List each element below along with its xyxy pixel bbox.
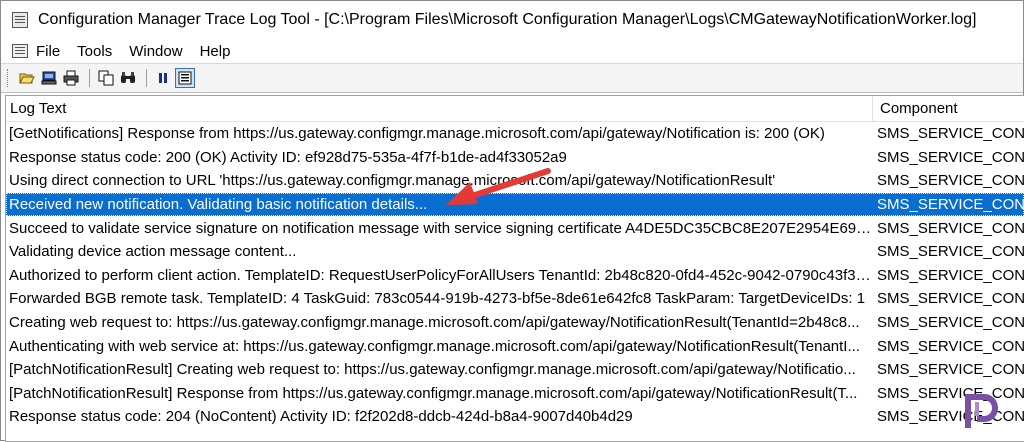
menu-tools[interactable]: Tools <box>77 42 112 61</box>
server-icon[interactable] <box>39 68 59 88</box>
print-icon[interactable] <box>61 68 81 88</box>
log-text-cell: Succeed to validate service signature on… <box>9 219 873 237</box>
log-text-cell: Validating device action message content… <box>9 243 297 261</box>
open-icon[interactable] <box>17 68 37 88</box>
menu-window[interactable]: Window <box>129 42 182 61</box>
app-icon[interactable] <box>12 12 28 28</box>
window-title: Configuration Manager Trace Log Tool - [… <box>38 11 977 28</box>
menu-bar: File Tools Window Help <box>1 39 1023 63</box>
component-cell: SMS_SERVICE_CONNE <box>877 266 1024 284</box>
component-cell: SMS_SERVICE_CONNE <box>877 148 1024 166</box>
title-bar: Configuration Manager Trace Log Tool - [… <box>1 1 1023 39</box>
prajwal-logo <box>962 390 1002 432</box>
log-row[interactable]: Succeed to validate service signature on… <box>6 216 1024 240</box>
pause-icon[interactable] <box>153 68 173 88</box>
log-row[interactable]: Received new notification. Validating ba… <box>6 192 1024 217</box>
column-header-component[interactable]: Component <box>873 96 1024 121</box>
log-row[interactable]: Response status code: 200 (OK) Activity … <box>6 146 1024 170</box>
toolbar-separator <box>146 69 147 87</box>
toolbar <box>1 63 1023 93</box>
component-cell: SMS_SERVICE_CONNE <box>877 219 1024 237</box>
log-row[interactable]: [PatchNotificationResult] Creating web r… <box>6 358 1024 382</box>
menu-help[interactable]: Help <box>200 42 231 61</box>
component-cell: SMS_SERVICE_CONNE <box>877 337 1024 355</box>
log-text-cell: [PatchNotificationResult] Creating web r… <box>9 361 856 379</box>
component-cell: SMS_SERVICE_CONNE <box>877 243 1024 261</box>
component-cell: SMS_SERVICE_CONNE <box>877 314 1024 332</box>
log-text-cell: [GetNotifications] Response from https:/… <box>9 125 825 143</box>
log-text-cell: [PatchNotificationResult] Response from … <box>9 384 858 402</box>
find-icon[interactable] <box>118 68 138 88</box>
log-row[interactable]: Creating web request to: https://us.gate… <box>6 311 1024 335</box>
component-cell: SMS_SERVICE_CONNE <box>877 172 1024 190</box>
log-row[interactable]: [GetNotifications] Response from https:/… <box>6 122 1024 146</box>
log-grid[interactable]: Log Text Component [GetNotifications] Re… <box>5 95 1024 442</box>
toolbar-separator <box>89 69 90 87</box>
grid-header: Log Text Component <box>6 96 1024 122</box>
menu-file[interactable]: File <box>36 42 60 61</box>
component-cell: SMS_SERVICE_CONNE <box>877 125 1024 143</box>
component-cell: SMS_SERVICE_CONNE <box>877 290 1024 308</box>
log-row[interactable]: [PatchNotificationResult] Response from … <box>6 382 1024 406</box>
log-row[interactable]: Forwarded BGB remote task. TemplateID: 4… <box>6 287 1024 311</box>
log-text-cell: Using direct connection to URL 'https://… <box>9 172 776 190</box>
component-cell: SMS_SERVICE_CONNE <box>877 196 1024 214</box>
log-text-cell: Authorized to perform client action. Tem… <box>9 266 873 284</box>
document-menu-icon[interactable] <box>12 44 28 58</box>
log-row[interactable]: Authorized to perform client action. Tem… <box>6 264 1024 288</box>
log-text-cell: Creating web request to: https://us.gate… <box>9 314 860 332</box>
log-text-cell: Received new notification. Validating ba… <box>9 196 428 214</box>
copy-icon[interactable] <box>96 68 116 88</box>
log-row[interactable]: Authenticating with web service at: http… <box>6 334 1024 358</box>
column-header-log-text[interactable]: Log Text <box>6 96 873 121</box>
trace-log-window: Configuration Manager Trace Log Tool - [… <box>0 0 1024 442</box>
highlight-icon[interactable] <box>175 68 195 88</box>
log-text-cell: Forwarded BGB remote task. TemplateID: 4… <box>9 290 866 308</box>
log-row[interactable]: Response status code: 204 (NoContent) Ac… <box>6 405 1024 429</box>
log-text-cell: Authenticating with web service at: http… <box>9 337 860 355</box>
log-row[interactable]: Using direct connection to URL 'https://… <box>6 169 1024 193</box>
log-text-cell: Response status code: 204 (NoContent) Ac… <box>9 408 633 426</box>
log-row[interactable]: Validating device action message content… <box>6 240 1024 264</box>
component-cell: SMS_SERVICE_CONNE <box>877 361 1024 379</box>
toolbar-grip[interactable] <box>7 69 11 87</box>
log-rows: [GetNotifications] Response from https:/… <box>6 122 1024 429</box>
log-text-cell: Response status code: 200 (OK) Activity … <box>9 148 567 166</box>
